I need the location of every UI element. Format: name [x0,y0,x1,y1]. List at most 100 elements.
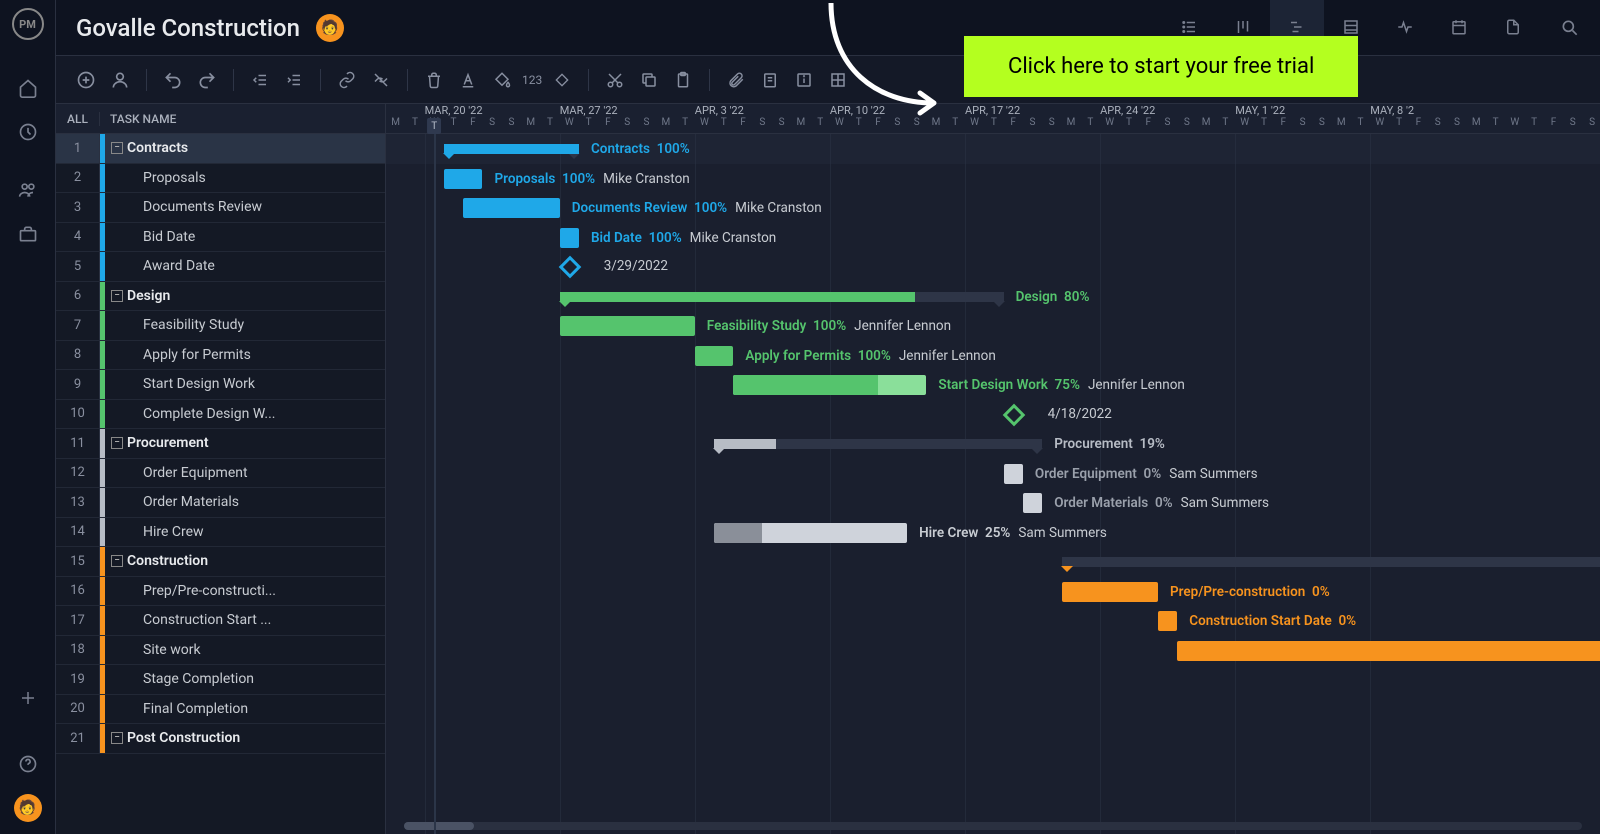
horizontal-scrollbar[interactable] [404,822,1582,830]
collapse-toggle-icon[interactable]: − [111,142,123,154]
task-row[interactable]: 2Proposals [56,164,385,194]
briefcase-icon[interactable] [14,220,42,248]
home-icon[interactable] [14,74,42,102]
search-icon[interactable] [1560,18,1580,38]
gantt-row[interactable]: Order Materials 0%Sam Summers [386,488,1600,518]
task-row[interactable]: 14Hire Crew [56,518,385,548]
task-row[interactable]: 5Award Date [56,252,385,282]
people-icon[interactable] [14,176,42,204]
delete-icon[interactable] [420,66,448,94]
gantt-row[interactable] [386,724,1600,754]
gantt-task-bar[interactable]: Hire Crew 25%Sam Summers [714,523,907,543]
gantt-row[interactable]: Contracts 100% [386,134,1600,164]
fill-color-icon[interactable] [488,66,516,94]
col-header-all[interactable]: ALL [56,112,100,126]
gantt-row[interactable]: Design 80% [386,282,1600,312]
add-icon[interactable] [14,684,42,712]
view-activity-icon[interactable] [1378,0,1432,56]
project-owner-avatar[interactable]: 🧑 [316,14,344,42]
task-row[interactable]: 20Final Completion [56,695,385,725]
gantt-task-bar[interactable]: Order Equipment 0%Sam Summers [1004,464,1023,484]
gantt-task-bar[interactable]: Prep/Pre-construction 0% [1062,582,1159,602]
recent-icon[interactable] [14,118,42,146]
unlink-icon[interactable] [367,66,395,94]
gantt-task-bar[interactable]: Documents Review 100%Mike Cranston [463,198,560,218]
task-row[interactable]: 1−Contracts [56,134,385,164]
add-task-icon[interactable] [72,66,100,94]
task-row[interactable]: 6−Design [56,282,385,312]
number-icon[interactable]: 123 [522,66,542,94]
gantt-row[interactable]: Prep/Pre-construction 0% [386,577,1600,607]
gantt-row[interactable]: Start Design Work 75%Jennifer Lennon [386,370,1600,400]
gantt-task-bar[interactable]: Start Design Work 75%Jennifer Lennon [733,375,926,395]
gantt-row[interactable]: Feasibility Study 100%Jennifer Lennon [386,311,1600,341]
gantt-row[interactable] [386,695,1600,725]
task-row[interactable]: 13Order Materials [56,488,385,518]
undo-icon[interactable] [159,66,187,94]
app-logo[interactable]: PM [12,8,44,40]
task-row[interactable]: 7Feasibility Study [56,311,385,341]
gantt-row[interactable] [386,665,1600,695]
task-row[interactable]: 3Documents Review [56,193,385,223]
task-row[interactable]: 17Construction Start ... [56,606,385,636]
task-row[interactable]: 10Complete Design W... [56,400,385,430]
gantt-milestone[interactable] [1002,403,1025,426]
gantt-row[interactable]: 3/29/2022 [386,252,1600,282]
text-color-icon[interactable] [454,66,482,94]
gantt-row[interactable]: Bid Date 100%Mike Cranston [386,223,1600,253]
gantt-task-bar[interactable]: Apply for Permits 100%Jennifer Lennon [695,346,734,366]
gantt-row[interactable]: Hire Crew 25%Sam Summers [386,518,1600,548]
gantt-summary-bar[interactable]: Contracts 100% [444,144,579,154]
gantt-milestone[interactable] [558,256,581,279]
collapse-toggle-icon[interactable]: − [111,555,123,567]
task-row[interactable]: 15−Construction [56,547,385,577]
collapse-toggle-icon[interactable]: − [111,290,123,302]
gantt-task-bar[interactable] [1177,641,1600,661]
gantt-task-bar[interactable]: Proposals 100%Mike Cranston [444,169,483,189]
cut-icon[interactable] [601,66,629,94]
gantt-summary-bar[interactable] [1062,557,1600,567]
view-calendar-icon[interactable] [1432,0,1486,56]
task-row[interactable]: 18Site work [56,636,385,666]
task-row[interactable]: 16Prep/Pre-constructi... [56,577,385,607]
gantt-row[interactable]: Proposals 100%Mike Cranston [386,164,1600,194]
gantt-task-bar[interactable]: Order Materials 0%Sam Summers [1023,493,1042,513]
info-icon[interactable] [790,66,818,94]
paste-icon[interactable] [669,66,697,94]
collapse-toggle-icon[interactable]: − [111,437,123,449]
gantt-row[interactable] [386,636,1600,666]
task-row[interactable]: 19Stage Completion [56,665,385,695]
task-row[interactable]: 11−Procurement [56,429,385,459]
gantt-summary-bar[interactable]: Design 80% [560,292,1004,302]
gantt-row[interactable]: Documents Review 100%Mike Cranston [386,193,1600,223]
milestone-icon[interactable] [548,66,576,94]
help-icon[interactable] [14,750,42,778]
free-trial-cta[interactable]: Click here to start your free trial [964,36,1358,97]
gantt-row[interactable] [386,547,1600,577]
outdent-icon[interactable] [246,66,274,94]
task-row[interactable]: 4Bid Date [56,223,385,253]
task-row[interactable]: 8Apply for Permits [56,341,385,371]
col-header-name[interactable]: TASK NAME [100,112,176,126]
gantt-row[interactable]: Apply for Permits 100%Jennifer Lennon [386,341,1600,371]
assign-icon[interactable] [106,66,134,94]
task-row[interactable]: 21−Post Construction [56,724,385,754]
gantt-task-bar[interactable]: Construction Start Date 0% [1158,611,1177,631]
gantt-body[interactable]: Contracts 100% Proposals 100%Mike Cransto… [386,134,1600,834]
gantt-task-bar[interactable]: Bid Date 100%Mike Cranston [560,228,579,248]
gantt-row[interactable]: Construction Start Date 0% [386,606,1600,636]
task-row[interactable]: 9Start Design Work [56,370,385,400]
grid-icon[interactable] [824,66,852,94]
gantt-row[interactable]: Order Equipment 0%Sam Summers [386,459,1600,489]
task-row[interactable]: 12Order Equipment [56,459,385,489]
redo-icon[interactable] [193,66,221,94]
view-files-icon[interactable] [1486,0,1540,56]
link-icon[interactable] [333,66,361,94]
indent-icon[interactable] [280,66,308,94]
copy-icon[interactable] [635,66,663,94]
attachment-icon[interactable] [722,66,750,94]
gantt-task-bar[interactable]: Feasibility Study 100%Jennifer Lennon [560,316,695,336]
collapse-toggle-icon[interactable]: − [111,732,123,744]
gantt-summary-bar[interactable]: Procurement 19% [714,439,1042,449]
gantt-row[interactable]: 4/18/2022 [386,400,1600,430]
